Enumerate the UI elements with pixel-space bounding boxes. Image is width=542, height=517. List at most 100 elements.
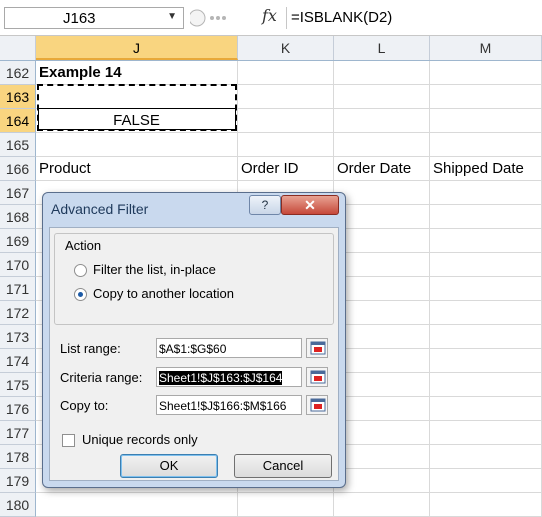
cell-l170[interactable] [334, 253, 430, 277]
row-header[interactable]: 165 [0, 133, 36, 157]
row-header[interactable]: 176 [0, 397, 36, 421]
copy-to-location-radio[interactable] [74, 288, 87, 301]
cell-l179[interactable] [334, 469, 430, 493]
cell-m177[interactable] [430, 421, 542, 445]
list-range-collapse-button[interactable] [306, 338, 328, 358]
cell-m180[interactable] [430, 493, 542, 517]
cell-m169[interactable] [430, 229, 542, 253]
cell-l175[interactable] [334, 373, 430, 397]
row-header[interactable]: 166 [0, 157, 36, 181]
row-header[interactable]: 163 [0, 85, 36, 109]
cell-l171[interactable] [334, 277, 430, 301]
cancel-button[interactable]: Cancel [234, 454, 332, 478]
cell-l180[interactable] [334, 493, 430, 517]
row-header[interactable]: 172 [0, 301, 36, 325]
row-header[interactable]: 170 [0, 253, 36, 277]
cell-m174[interactable] [430, 349, 542, 373]
copy-to-location-label[interactable]: Copy to another location [93, 286, 234, 301]
unique-records-label[interactable]: Unique records only [82, 432, 198, 447]
cell-k163[interactable] [238, 85, 334, 109]
row-header[interactable]: 168 [0, 205, 36, 229]
column-header-m[interactable]: M [430, 36, 542, 60]
help-button[interactable]: ? [249, 195, 281, 215]
cell-l178[interactable] [334, 445, 430, 469]
cell-l173[interactable] [334, 325, 430, 349]
cell-k166[interactable]: Order ID [238, 157, 334, 181]
criteria-range-input[interactable]: Sheet1!$J$163:$J$164 [156, 367, 302, 387]
cell-j166[interactable]: Product [36, 157, 238, 181]
row-header[interactable]: 177 [0, 421, 36, 445]
cell-m162[interactable] [430, 61, 542, 85]
copy-to-collapse-button[interactable] [306, 395, 328, 415]
column-header-l[interactable]: L [334, 36, 430, 60]
cell-k164[interactable] [238, 109, 334, 133]
cell-k162[interactable] [238, 61, 334, 85]
column-header-k[interactable]: K [238, 36, 334, 60]
ok-button[interactable]: OK [120, 454, 218, 478]
row-header[interactable]: 169 [0, 229, 36, 253]
row-header[interactable]: 167 [0, 181, 36, 205]
cell-m175[interactable] [430, 373, 542, 397]
cell-m171[interactable] [430, 277, 542, 301]
cell-m176[interactable] [430, 397, 542, 421]
name-box[interactable]: J163 ▼ [4, 7, 184, 29]
insert-function-icon[interactable]: fx [262, 6, 277, 25]
unique-records-checkbox[interactable] [62, 434, 75, 447]
table-row: 165 [0, 133, 542, 157]
cell-l177[interactable] [334, 421, 430, 445]
cell-j165[interactable] [36, 133, 238, 157]
chevron-down-icon[interactable]: ▼ [167, 11, 177, 22]
cell-m178[interactable] [430, 445, 542, 469]
cell-m173[interactable] [430, 325, 542, 349]
row-header[interactable]: 164 [0, 109, 36, 133]
cell-l167[interactable] [334, 181, 430, 205]
cell-m165[interactable] [430, 133, 542, 157]
table-row: 166 Product Order ID Order Date Shipped Date [0, 157, 542, 181]
row-header[interactable]: 178 [0, 445, 36, 469]
row-header[interactable]: 173 [0, 325, 36, 349]
cell-l176[interactable] [334, 397, 430, 421]
cell-m179[interactable] [430, 469, 542, 493]
cell-m164[interactable] [430, 109, 542, 133]
cell-l169[interactable] [334, 229, 430, 253]
row-header[interactable]: 162 [0, 61, 36, 85]
cell-l164[interactable] [334, 109, 430, 133]
row-header[interactable]: 174 [0, 349, 36, 373]
cell-l166[interactable]: Order Date [334, 157, 430, 181]
cell-m168[interactable] [430, 205, 542, 229]
row-header[interactable]: 175 [0, 373, 36, 397]
row-header[interactable]: 179 [0, 469, 36, 493]
cell-l162[interactable] [334, 61, 430, 85]
cell-m166[interactable]: Shipped Date [430, 157, 542, 181]
close-button[interactable]: ✕ [281, 195, 339, 215]
cell-j180[interactable] [36, 493, 238, 517]
cell-k180[interactable] [238, 493, 334, 517]
cell-l165[interactable] [334, 133, 430, 157]
copy-to-label: Copy to: [60, 398, 109, 413]
list-range-label: List range: [60, 341, 121, 356]
dialog-title: Advanced Filter [51, 201, 149, 217]
cell-l163[interactable] [334, 85, 430, 109]
name-box-value: J163 [63, 10, 96, 27]
formula-input[interactable]: =ISBLANK(D2) [286, 7, 542, 29]
table-row: 162 Example 14 [0, 61, 542, 85]
filter-in-place-radio[interactable] [74, 264, 87, 277]
row-header[interactable]: 171 [0, 277, 36, 301]
cell-m163[interactable] [430, 85, 542, 109]
cell-m172[interactable] [430, 301, 542, 325]
cell-k165[interactable] [238, 133, 334, 157]
copy-to-input[interactable]: Sheet1!$J$166:$M$166 [156, 395, 302, 415]
active-cell-border [38, 108, 236, 130]
cell-j162[interactable]: Example 14 [36, 61, 238, 85]
criteria-range-collapse-button[interactable] [306, 367, 328, 387]
cell-l172[interactable] [334, 301, 430, 325]
row-header[interactable]: 180 [0, 493, 36, 517]
filter-in-place-label[interactable]: Filter the list, in-place [93, 262, 216, 277]
cell-m170[interactable] [430, 253, 542, 277]
column-header-j[interactable]: J [36, 36, 238, 60]
cell-l174[interactable] [334, 349, 430, 373]
list-range-input[interactable]: $A$1:$G$60 [156, 338, 302, 358]
cell-m167[interactable] [430, 181, 542, 205]
select-all-corner[interactable] [0, 36, 36, 60]
cell-l168[interactable] [334, 205, 430, 229]
